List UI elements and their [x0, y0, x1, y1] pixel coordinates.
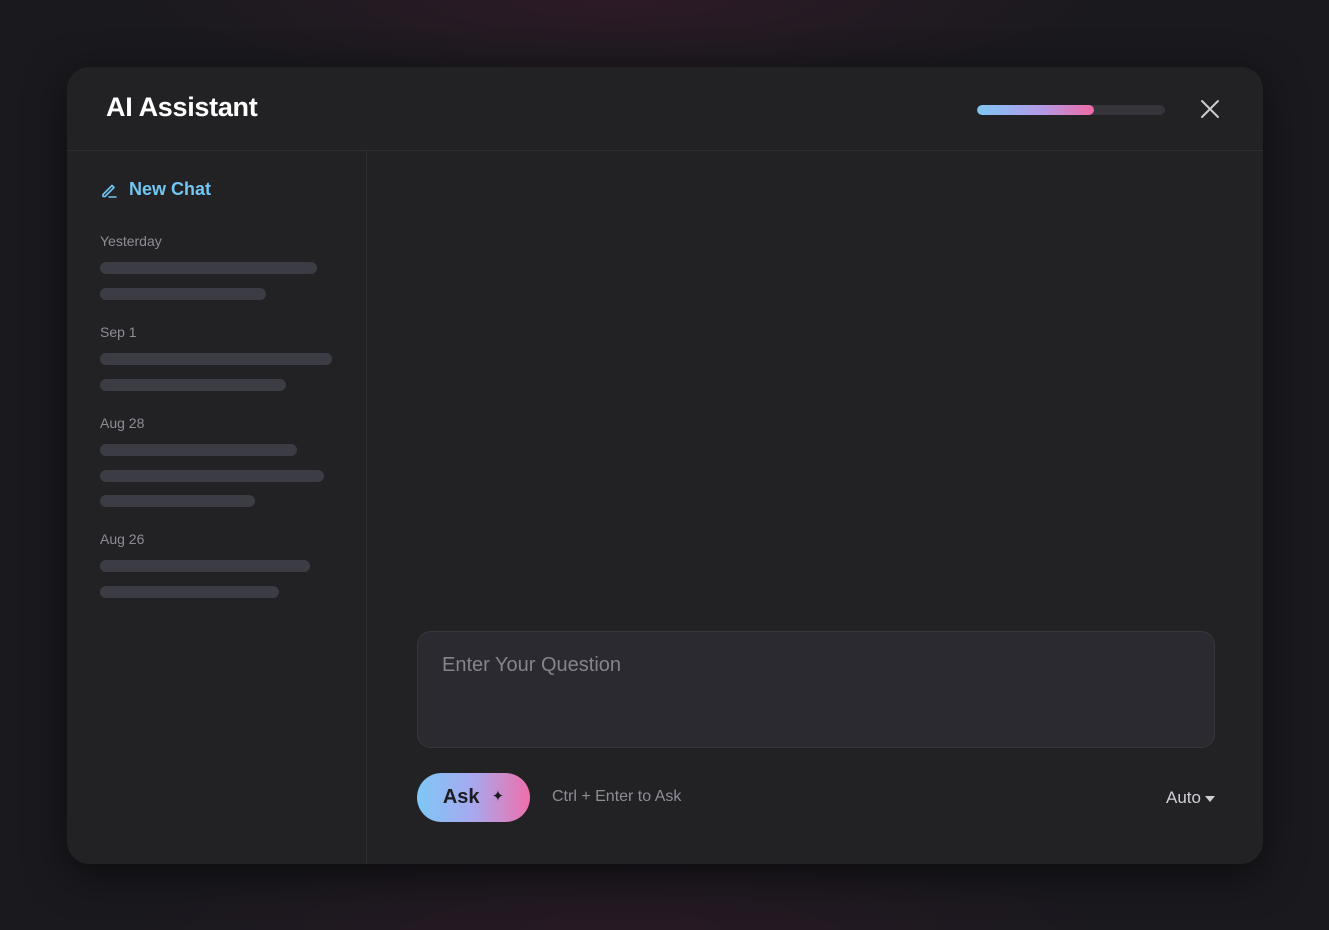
chevron-down-icon	[1205, 796, 1215, 802]
usage-progress-bar	[977, 105, 1165, 115]
history-item-placeholder[interactable]	[100, 262, 317, 274]
ask-button[interactable]: Ask ✦	[417, 773, 530, 822]
history-item-placeholder[interactable]	[100, 353, 332, 365]
ai-assistant-dialog: AI Assistant New Chat Yesterday Sep 1 Au…	[67, 67, 1263, 864]
close-icon	[1201, 100, 1219, 118]
mode-value: Auto	[1166, 788, 1201, 807]
history-group-label: Aug 26	[100, 531, 145, 547]
new-chat-button[interactable]: New Chat	[100, 179, 211, 200]
history-item-placeholder[interactable]	[100, 288, 266, 300]
history-item-placeholder[interactable]	[100, 560, 310, 572]
chat-history-sidebar: New Chat Yesterday Sep 1 Aug 28 Aug 26	[67, 151, 367, 864]
dialog-title: AI Assistant	[106, 92, 258, 122]
history-group-label: Aug 28	[100, 415, 145, 431]
chat-main-area: Ask ✦ Ctrl + Enter to Ask Auto	[367, 151, 1263, 864]
sparkle-icon: ✦	[491, 787, 505, 805]
history-item-placeholder[interactable]	[100, 586, 279, 598]
shortcut-hint: Ctrl + Enter to Ask	[552, 788, 682, 805]
pencil-icon	[102, 184, 117, 198]
question-input[interactable]	[418, 632, 1214, 747]
usage-progress-fill	[977, 105, 1094, 115]
question-field-container	[417, 631, 1215, 748]
history-group-label: Yesterday	[100, 233, 162, 249]
dialog-header: AI Assistant	[67, 67, 1263, 151]
new-chat-label: New Chat	[129, 179, 212, 199]
history-item-placeholder[interactable]	[100, 495, 255, 507]
ask-label: Ask	[442, 786, 480, 808]
history-item-placeholder[interactable]	[100, 470, 324, 482]
history-item-placeholder[interactable]	[100, 379, 286, 391]
history-group-label: Sep 1	[100, 324, 137, 340]
mode-dropdown[interactable]: Auto	[1166, 788, 1215, 808]
history-item-placeholder[interactable]	[100, 444, 297, 456]
close-button[interactable]	[1199, 98, 1221, 120]
